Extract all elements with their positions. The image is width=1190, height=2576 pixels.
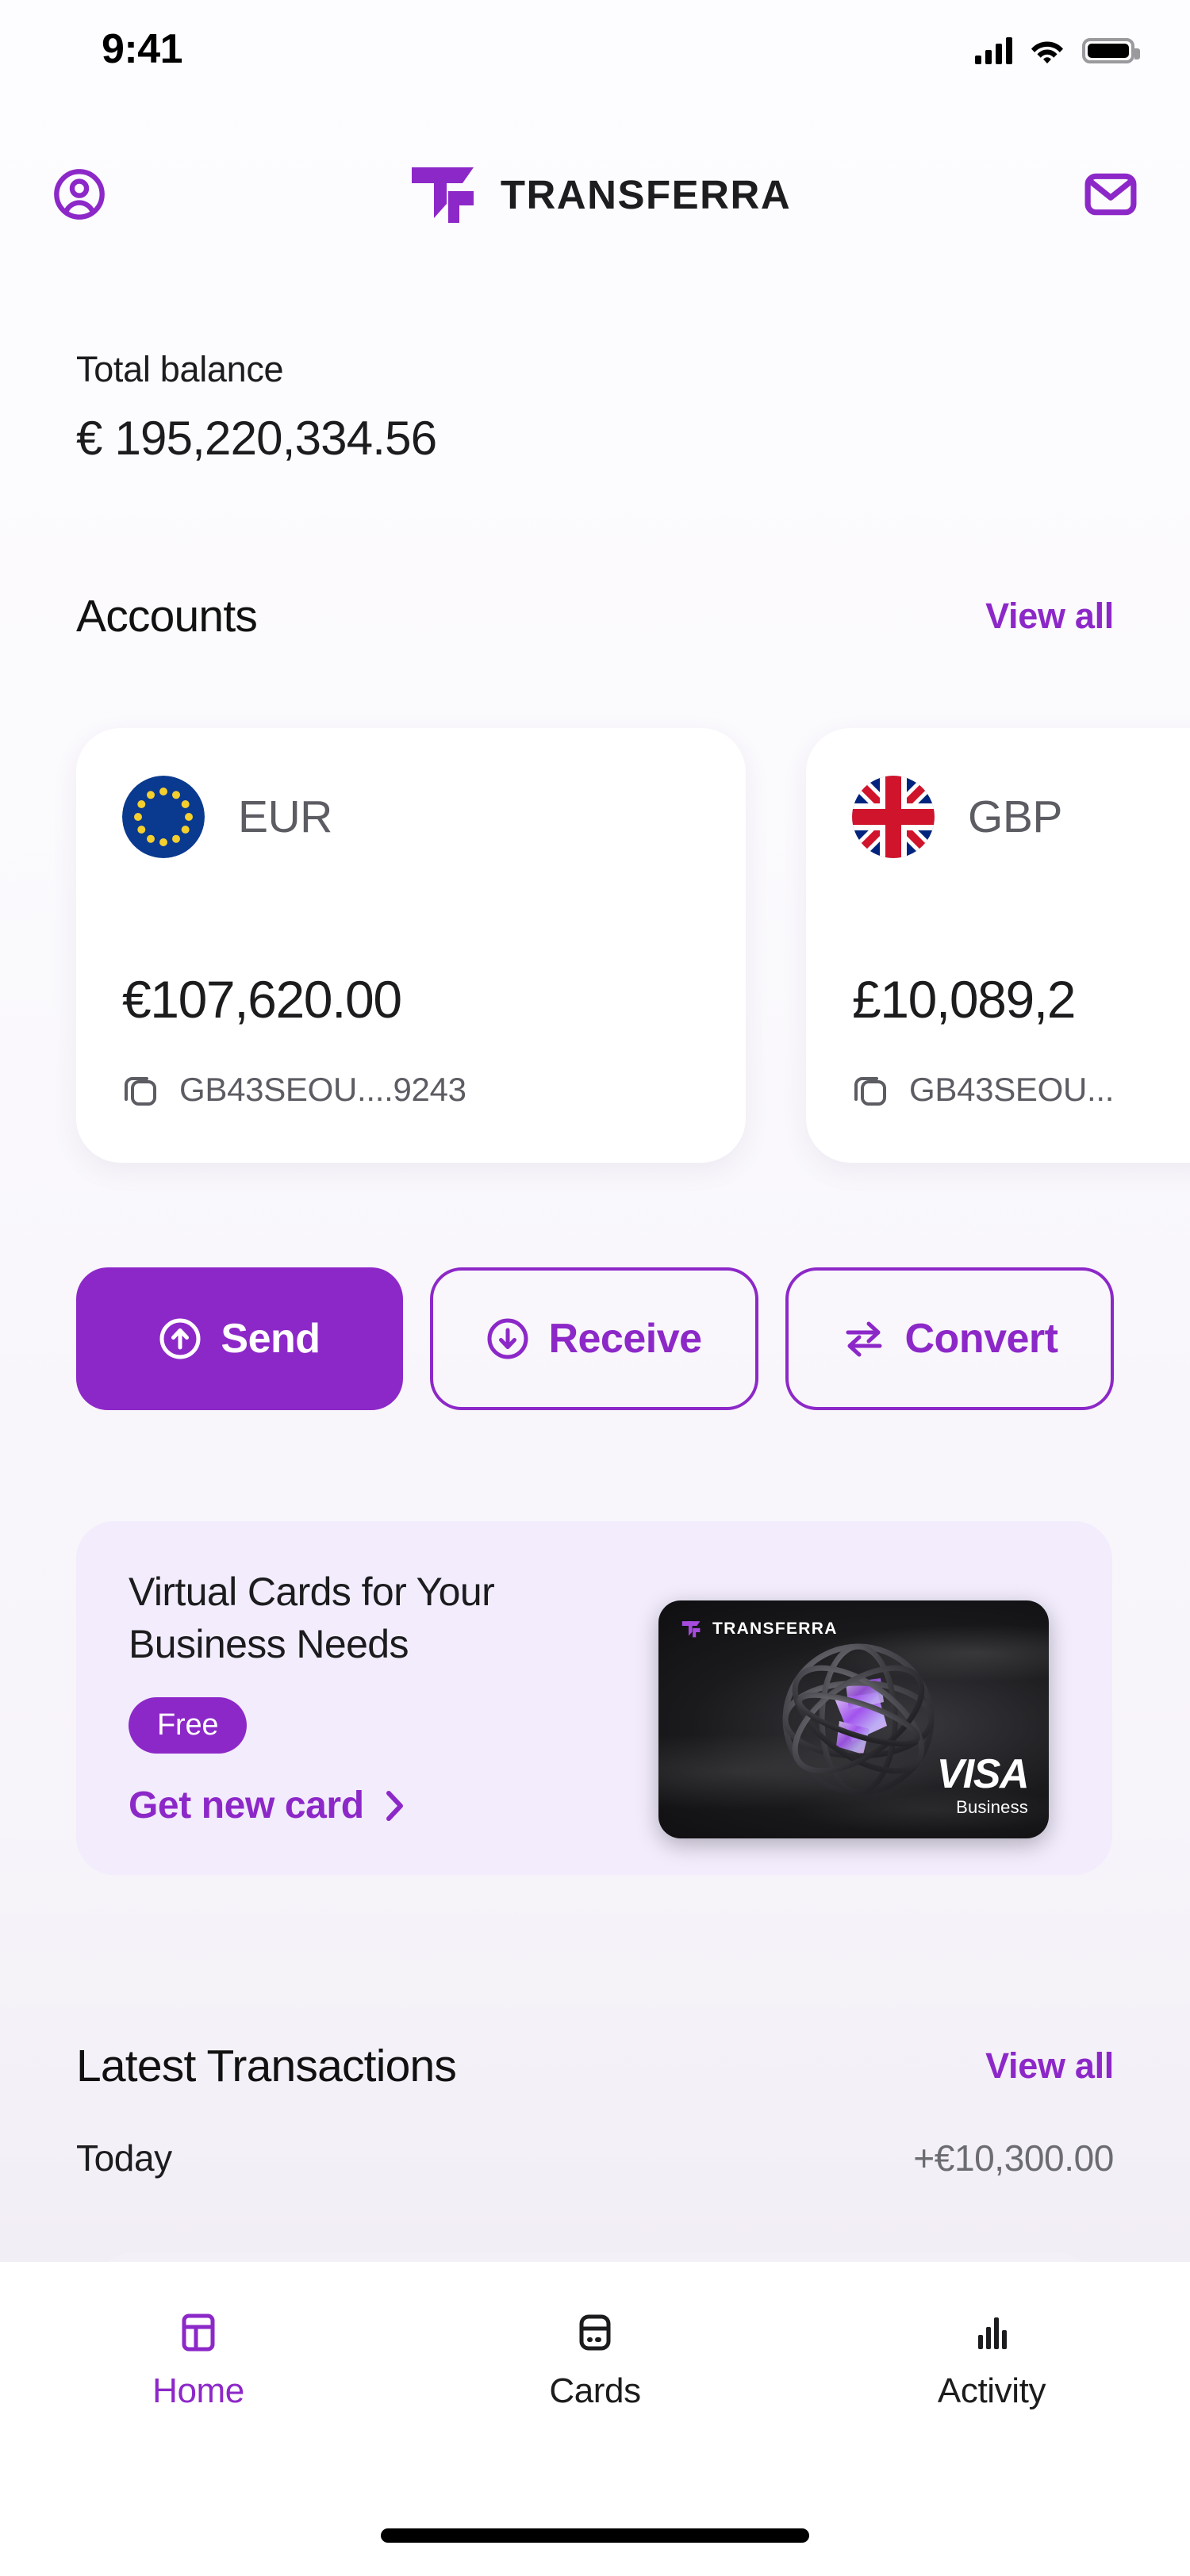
account-card-header: EUR <box>122 776 700 858</box>
total-balance-value: € 195,220,334.56 <box>76 412 437 465</box>
orb-sphere-icon <box>776 1637 941 1802</box>
account-balance: €107,620.00 <box>122 970 402 1029</box>
virtual-card-preview: TRANSFERRA VISA Business <box>658 1600 1049 1838</box>
card-tier-label: Business <box>956 1797 1028 1817</box>
send-button-label: Send <box>221 1316 321 1362</box>
account-card-eur[interactable]: EUR €107,620.00 GB43SEOU....9243 <box>76 728 746 1163</box>
eu-flag-icon <box>122 776 205 858</box>
promo-title: Virtual Cards for Your Business Needs <box>129 1570 495 1666</box>
status-bar: 9:41 <box>0 0 1190 87</box>
total-balance-label: Total balance <box>76 349 284 389</box>
tab-activity[interactable]: Activity <box>873 2311 1111 2411</box>
tab-activity-label: Activity <box>937 2371 1046 2410</box>
app-header: TRANSFERRA <box>0 147 1190 242</box>
tab-cards[interactable]: Cards <box>476 2311 714 2411</box>
card-icon <box>579 2314 611 2351</box>
copy-icon <box>125 1077 156 1106</box>
accounts-carousel[interactable]: EUR €107,620.00 GB43SEOU....9243 GBP £10… <box>76 728 1190 1163</box>
transaction-group-total: +€10,300.00 <box>913 2137 1114 2179</box>
transactions-section-header: Latest Transactions View all <box>76 2040 1114 2092</box>
bottom-tab-bar: Home Cards Activity <box>0 2262 1190 2576</box>
brand-name: TRANSFERRA <box>500 171 792 217</box>
arrow-up-circle-icon <box>159 1318 201 1359</box>
promo-free-badge: Free <box>129 1697 248 1754</box>
status-icons <box>975 37 1140 64</box>
send-button[interactable]: Send <box>76 1267 403 1410</box>
home-indicator <box>381 2528 809 2543</box>
accounts-section-header: Accounts View all <box>76 590 1114 642</box>
status-time: 9:41 <box>102 26 183 72</box>
account-balance: £10,089,2 <box>852 970 1076 1029</box>
bar-chart-icon <box>978 2317 1007 2349</box>
brand-logo: TRANSFERRA <box>407 164 791 224</box>
cellular-signal-icon <box>975 37 1012 64</box>
tab-home[interactable]: Home <box>79 2311 317 2411</box>
card-network-branding: VISA Business <box>936 1750 1030 1818</box>
accounts-view-all-link[interactable]: View all <box>985 596 1114 637</box>
tab-cards-label: Cards <box>549 2371 641 2410</box>
transferra-logo-icon <box>681 1621 701 1638</box>
dashboard-icon <box>182 2313 215 2352</box>
transaction-group-header: Today +€10,300.00 <box>76 2137 1114 2179</box>
account-currency-code: GBP <box>968 792 1062 842</box>
virtual-cards-promo[interactable]: Virtual Cards for Your Business Needs Fr… <box>76 1521 1112 1875</box>
swap-arrows-icon <box>846 1321 881 1357</box>
uk-flag-icon <box>852 776 935 858</box>
battery-full-icon <box>1082 38 1140 63</box>
account-iban-text: GB43SEOU....9243 <box>179 1071 466 1108</box>
wifi-icon <box>1030 37 1065 64</box>
account-currency-code: EUR <box>238 792 332 842</box>
account-card-gbp[interactable]: GBP £10,089,2 GB43SEOU... <box>806 728 1190 1163</box>
convert-button-label: Convert <box>904 1316 1058 1362</box>
visa-logo: VISA <box>936 1750 1030 1797</box>
mail-icon[interactable] <box>1081 164 1141 224</box>
receive-button[interactable]: Receive <box>430 1267 758 1410</box>
account-circle-icon[interactable] <box>49 164 109 224</box>
get-new-card-label: Get new card <box>129 1784 364 1827</box>
account-card-header: GBP <box>852 776 1190 858</box>
copy-icon <box>854 1077 886 1106</box>
app-screen: 9:41 TRANSFERRA Total balance € 195,220,… <box>0 0 1190 2576</box>
account-iban-row[interactable]: GB43SEOU....9243 <box>122 1071 466 1109</box>
chevron-right-icon <box>386 1790 403 1821</box>
card-brand-logo: TRANSFERRA <box>681 1620 838 1639</box>
card-brand-name: TRANSFERRA <box>712 1620 838 1638</box>
tab-home-label: Home <box>152 2371 244 2410</box>
receive-button-label: Receive <box>548 1316 702 1362</box>
transactions-view-all-link[interactable]: View all <box>985 2045 1114 2087</box>
transaction-group-day: Today <box>76 2137 172 2179</box>
transactions-title: Latest Transactions <box>76 2041 457 2091</box>
quick-actions: Send Receive Convert <box>76 1267 1190 1410</box>
account-iban-text: GB43SEOU... <box>909 1071 1115 1108</box>
arrow-down-circle-icon <box>487 1318 528 1359</box>
accounts-title: Accounts <box>76 591 258 642</box>
transferra-logo-icon <box>407 164 483 224</box>
total-balance: Total balance € 195,220,334.56 <box>76 349 437 466</box>
convert-button[interactable]: Convert <box>785 1267 1114 1410</box>
account-iban-row[interactable]: GB43SEOU... <box>852 1071 1114 1109</box>
